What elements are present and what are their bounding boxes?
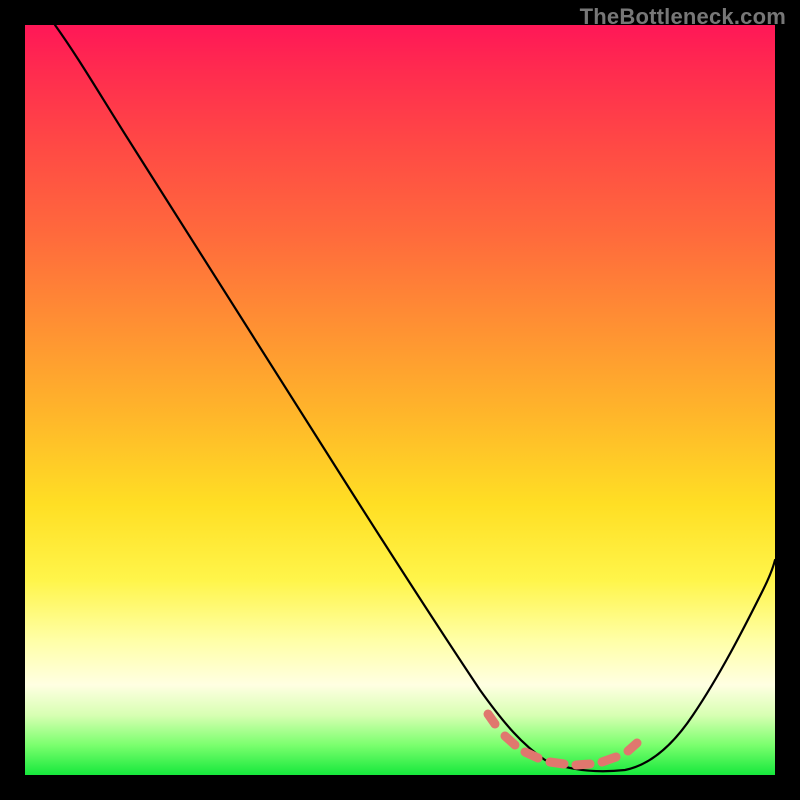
- min-dash: [550, 762, 564, 764]
- bottleneck-curve: [55, 25, 775, 771]
- chart-svg: [25, 25, 775, 775]
- min-dash: [602, 757, 616, 762]
- chart-frame: TheBottleneck.com: [0, 0, 800, 800]
- plot-area: [25, 25, 775, 775]
- min-dash: [488, 714, 495, 724]
- min-dash: [525, 752, 538, 758]
- min-dash: [576, 764, 590, 765]
- min-dash: [628, 743, 637, 751]
- watermark-text: TheBottleneck.com: [580, 4, 786, 30]
- min-dash: [505, 736, 515, 745]
- minimum-dash-group: [488, 714, 637, 765]
